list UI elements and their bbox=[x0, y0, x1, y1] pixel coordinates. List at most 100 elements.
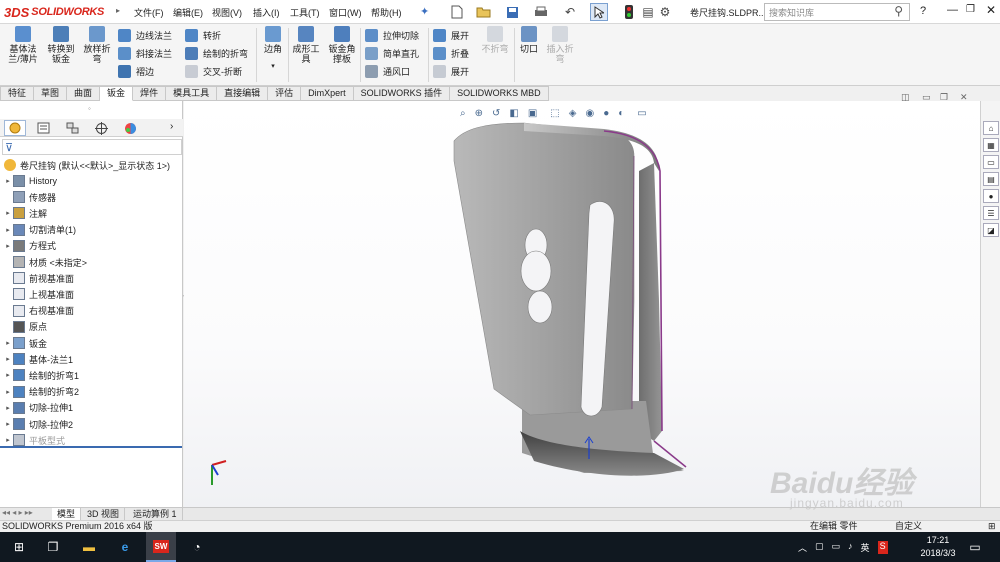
sketched-bend-button[interactable]: 绘制的折弯 bbox=[185, 45, 248, 61]
select-icon[interactable] bbox=[590, 3, 608, 21]
tree-item[interactable]: ▸ 方程式 bbox=[0, 238, 182, 254]
hem-button[interactable]: 褶边 bbox=[118, 63, 154, 79]
jog-button[interactable]: 转折 bbox=[185, 27, 221, 43]
tree-item[interactable]: ▸ 注解 bbox=[0, 205, 182, 221]
cross-break-button[interactable]: 交叉-折断 bbox=[185, 63, 242, 79]
tree-item[interactable]: ▸ 基体-法兰1 bbox=[0, 351, 182, 367]
display-manager-tab[interactable] bbox=[119, 120, 141, 136]
ime-indicator[interactable]: 英 bbox=[861, 541, 870, 554]
expand-arrow-icon[interactable]: ▸ bbox=[3, 339, 13, 347]
miter-flange-button[interactable]: 斜接法兰 bbox=[118, 45, 172, 61]
expand-arrow-icon[interactable]: ▸ bbox=[3, 436, 13, 444]
feature-manager-tab[interactable] bbox=[4, 120, 26, 136]
undo-icon[interactable]: ↶ bbox=[561, 3, 579, 21]
tree-item[interactable]: 前视基准面 bbox=[0, 270, 182, 286]
tree-item[interactable]: ▸ 绘制的折弯1 bbox=[0, 367, 182, 383]
logo-arrow-icon[interactable]: ▸ bbox=[116, 6, 120, 15]
solidworks-taskbar-icon[interactable]: SW bbox=[146, 532, 176, 562]
network-icon[interactable]: ▢ bbox=[815, 541, 824, 554]
expand-arrow-icon[interactable]: ▸ bbox=[3, 420, 13, 428]
open-icon[interactable] bbox=[474, 3, 492, 21]
file-explorer-icon[interactable]: ▭ bbox=[983, 155, 999, 169]
battery-icon[interactable]: ▭ bbox=[832, 541, 841, 554]
expand-arrow-icon[interactable]: ▸ bbox=[3, 209, 13, 217]
menu-help[interactable]: 帮助(H) bbox=[371, 6, 402, 19]
flatten-button[interactable]: 展开 bbox=[433, 63, 469, 79]
command-tab[interactable]: 模具工具 bbox=[166, 86, 218, 101]
command-tab[interactable]: DimXpert bbox=[301, 86, 354, 101]
resources-home-icon[interactable]: ⌂ bbox=[983, 121, 999, 135]
command-tab[interactable]: 钣金 bbox=[100, 86, 134, 101]
volume-icon[interactable]: ♪ bbox=[848, 541, 853, 554]
command-tab[interactable]: 评估 bbox=[268, 86, 302, 101]
sogou-ime-icon[interactable]: S bbox=[877, 541, 888, 554]
base-flange-button[interactable]: 基体法兰/薄片 bbox=[4, 26, 42, 64]
rollback-bar[interactable] bbox=[0, 446, 182, 448]
property-manager-tab[interactable] bbox=[32, 120, 54, 136]
graphics-area[interactable]: ⌕ ⊕ ↺ ◧ ▣ ⬚ ◈ ◉ ● ◐ ▭ ◫ ▭ ❐ ✕ bbox=[184, 92, 980, 507]
fold-button[interactable]: 折叠 bbox=[433, 45, 469, 61]
forum-icon[interactable]: ◪ bbox=[983, 223, 999, 237]
dimxpert-tab[interactable] bbox=[90, 120, 112, 136]
extruded-cut-button[interactable]: 拉伸切除 bbox=[365, 27, 419, 43]
no-bends-button[interactable]: 不折弯 bbox=[480, 26, 510, 54]
custom-properties-icon[interactable]: ☰ bbox=[983, 206, 999, 220]
menu-tools[interactable]: 工具(T) bbox=[290, 6, 320, 19]
lofted-bend-button[interactable]: 放样折弯 bbox=[80, 26, 114, 64]
rip-button[interactable]: 切口 bbox=[517, 26, 541, 54]
panel-scroll-right-icon[interactable]: › bbox=[170, 121, 173, 132]
expand-arrow-icon[interactable]: ▸ bbox=[3, 404, 13, 412]
search-icon[interactable]: ⚲ bbox=[894, 4, 903, 18]
command-tab[interactable]: 焊件 bbox=[133, 86, 167, 101]
restore-icon[interactable]: ❐ bbox=[966, 4, 975, 15]
traffic-light-icon[interactable] bbox=[620, 3, 638, 21]
tray-expand-icon[interactable]: ︿ bbox=[798, 541, 807, 554]
tree-item[interactable]: ▸ 切除-拉伸1 bbox=[0, 400, 182, 416]
configuration-manager-tab[interactable] bbox=[61, 120, 83, 136]
expand-arrow-icon[interactable]: ▸ bbox=[3, 226, 13, 234]
expand-arrow-icon[interactable]: ▸ bbox=[3, 388, 13, 396]
menu-view[interactable]: 视图(V) bbox=[212, 6, 242, 19]
tree-item[interactable]: 上视基准面 bbox=[0, 286, 182, 302]
taskbar-clock[interactable]: 17:21 2018/3/3 bbox=[915, 534, 961, 560]
expand-arrow-icon[interactable]: ▸ bbox=[3, 355, 13, 363]
pin-icon[interactable]: ✦ bbox=[420, 5, 429, 18]
corners-button[interactable]: 边角 ▾ bbox=[260, 26, 286, 72]
notification-icon[interactable]: ▭ bbox=[966, 538, 984, 556]
tree-item[interactable]: 右视基准面 bbox=[0, 303, 182, 319]
tree-filter[interactable]: ⊽ bbox=[2, 139, 182, 155]
menu-window[interactable]: 窗口(W) bbox=[329, 6, 362, 19]
solidworks-logo[interactable]: 3DS SOLIDWORKS bbox=[4, 3, 116, 21]
status-custom[interactable]: 自定义 bbox=[895, 521, 922, 532]
corners-dropdown-icon[interactable]: ▾ bbox=[260, 62, 286, 72]
tree-root[interactable]: 卷尺挂钩 (默认<<默认>_显示状态 1>) bbox=[0, 157, 182, 173]
close-icon[interactable]: ✕ bbox=[986, 3, 996, 17]
file-properties-icon[interactable]: ▤ bbox=[639, 3, 657, 21]
insert-bends-button[interactable]: 插入折弯 bbox=[544, 26, 576, 64]
convert-to-sheet-button[interactable]: 转换到钣金 bbox=[44, 26, 78, 64]
save-icon[interactable] bbox=[503, 3, 521, 21]
start-icon[interactable]: ⊞ bbox=[10, 538, 28, 556]
tree-item[interactable]: 材质 <未指定> bbox=[0, 254, 182, 270]
file-explorer-taskbar-icon[interactable]: ▬ bbox=[80, 538, 98, 556]
panel-handle-icon[interactable]: ◦ bbox=[88, 104, 91, 113]
simple-hole-button[interactable]: 简单直孔 bbox=[365, 45, 419, 61]
tree-item[interactable]: 原点 bbox=[0, 319, 182, 335]
command-tab[interactable]: 曲面 bbox=[67, 86, 101, 101]
print-icon[interactable] bbox=[532, 3, 550, 21]
tree-item[interactable]: ▸ 切除-拉伸2 bbox=[0, 416, 182, 432]
command-tab[interactable]: 草图 bbox=[34, 86, 68, 101]
view-palette-icon[interactable]: ▤ bbox=[983, 172, 999, 186]
tree-item[interactable]: ▸ 绘制的折弯2 bbox=[0, 384, 182, 400]
unfold-button[interactable]: 展开 bbox=[433, 27, 469, 43]
tree-item[interactable]: ▸ 切割清单(1) bbox=[0, 222, 182, 238]
menu-insert[interactable]: 插入(I) bbox=[253, 6, 280, 19]
command-tab[interactable]: SOLIDWORKS 插件 bbox=[353, 86, 451, 101]
task-view-icon[interactable]: ❐ bbox=[44, 538, 62, 556]
options-gear-icon[interactable]: ⚙ bbox=[656, 3, 674, 21]
minimize-icon[interactable]: — bbox=[947, 4, 958, 16]
appearances-icon[interactable]: ● bbox=[983, 189, 999, 203]
command-tab[interactable]: 直接编辑 bbox=[217, 86, 269, 101]
vent-button[interactable]: 通风口 bbox=[365, 63, 410, 79]
expand-arrow-icon[interactable]: ▸ bbox=[3, 177, 13, 185]
